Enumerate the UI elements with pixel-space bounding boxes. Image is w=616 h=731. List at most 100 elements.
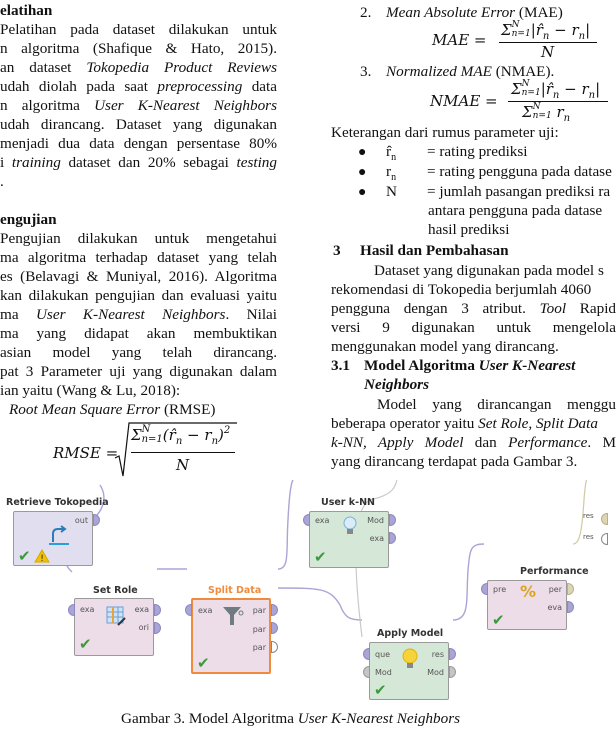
result-port[interactable] bbox=[601, 513, 608, 525]
operator-performance[interactable]: pre per eva % ✔ bbox=[487, 580, 567, 630]
port-label: res bbox=[431, 650, 444, 659]
warning-icon: ! bbox=[34, 549, 50, 563]
paragraph-line: Model yang dirancangan menggu bbox=[377, 396, 616, 413]
port-label: Mod bbox=[427, 668, 444, 677]
paragraph-line: n algoritma (Shafique & Hato, 2015). bbox=[0, 40, 277, 57]
text-run: . Nilai bbox=[225, 306, 277, 323]
port-in[interactable] bbox=[363, 648, 370, 660]
operator-title-set-role: Set Role bbox=[93, 585, 138, 596]
caption-text: Gambar 3. Model Algoritma bbox=[121, 710, 298, 727]
italic-term: Normalized MAE bbox=[386, 63, 492, 80]
italic-term: training bbox=[11, 154, 61, 171]
port-label: par bbox=[252, 643, 266, 652]
algorithm-name: User K-Nearest Neighbors bbox=[35, 306, 226, 323]
paragraph-line: Dataset yang digunakan pada model s bbox=[374, 262, 604, 279]
check-icon: ✔ bbox=[79, 635, 92, 653]
operator-retrieve[interactable]: out ✔ ! bbox=[13, 511, 93, 566]
paragraph-line: k-NN, Apply Model dan Performance. M bbox=[331, 433, 616, 452]
paragraph-line: i training dataset dan 20% sebagai testi… bbox=[0, 153, 277, 172]
text-run: Model Algoritma bbox=[364, 357, 479, 374]
port-in[interactable] bbox=[363, 666, 370, 678]
operator-apply-model[interactable]: que Mod res Mod ✔ bbox=[369, 642, 449, 700]
operator-title-retrieve: Retrieve Tokopedia bbox=[6, 497, 109, 508]
paragraph-line: rekomendasi di Tokopedia berjumlah 4060 bbox=[331, 281, 592, 298]
lightbulb-icon bbox=[402, 648, 418, 668]
paragraph-line: n algoritma User K-Nearest Neighbors bbox=[0, 96, 277, 115]
port-label: eva bbox=[547, 603, 562, 612]
term-sub: n bbox=[563, 113, 571, 124]
text-run: pengguna dengan 3 atribut. bbox=[331, 300, 540, 317]
text-run: (MAE) bbox=[515, 4, 563, 21]
italic-term: Set Role, Split Data bbox=[478, 415, 598, 432]
paragraph-line: ma User K-Nearest Neighbors. Nilai bbox=[0, 305, 277, 324]
text-run: (NMAE). bbox=[491, 63, 555, 80]
operator-title-performance: Performance bbox=[520, 566, 589, 577]
port-label: Mod bbox=[375, 668, 392, 677]
port-label: exa bbox=[198, 606, 213, 615]
mae-numerator: Σ Nn=1 |r̂n − rn| bbox=[501, 21, 590, 43]
section-heading-3-1-cont: Neighbors bbox=[364, 376, 429, 393]
rmse-lhs: RMSE = bbox=[53, 444, 119, 462]
section-number: 3 bbox=[333, 242, 341, 259]
text-run: data bbox=[242, 78, 278, 95]
section-heading-3-1: Model Algoritma User K-Nearest bbox=[364, 356, 575, 375]
text-run: i bbox=[0, 154, 12, 171]
table-edit-icon bbox=[106, 606, 126, 626]
connection-apply-performance bbox=[452, 543, 485, 621]
sigma: Σ bbox=[522, 103, 533, 121]
operator-title-user-knn: User k-NN bbox=[321, 497, 375, 508]
list-item-rmse: Root Mean Square Error (RMSE) bbox=[9, 400, 215, 419]
port-label: out bbox=[74, 516, 88, 525]
term: − r bbox=[182, 426, 212, 444]
check-icon: ✔ bbox=[197, 654, 210, 672]
paragraph-line: ma algoritma terhadap dataset yang telah bbox=[0, 249, 277, 266]
result-port-label: res bbox=[583, 533, 594, 541]
dataset-name: Tokopedia Product Reviews bbox=[86, 59, 277, 76]
legend-desc-cont: antara pengguna pada datase bbox=[428, 202, 603, 219]
text-run: (RMSE) bbox=[160, 401, 216, 418]
sigma-sub: n=1 bbox=[141, 434, 163, 445]
paragraph-line: menggunakan model yang dirancang. bbox=[331, 338, 559, 355]
text-run: . M bbox=[587, 434, 616, 451]
sigma-sub: n=1 bbox=[511, 29, 531, 39]
legend-desc-cont: hasil prediksi bbox=[428, 221, 510, 238]
check-icon: ✔ bbox=[492, 611, 505, 629]
fraction-bar bbox=[131, 452, 235, 453]
port-label: exa bbox=[315, 516, 330, 525]
italic-term: Mean Absolute Error bbox=[386, 4, 516, 21]
port-in[interactable] bbox=[68, 604, 75, 616]
port-in[interactable] bbox=[303, 514, 310, 526]
paragraph-line: menjadi dua data dengan persentase 80% bbox=[0, 135, 277, 152]
mae-lhs: MAE = bbox=[432, 31, 487, 49]
sigma-sub: n=1 bbox=[532, 111, 552, 121]
text-run: dan bbox=[474, 434, 509, 451]
port-in[interactable] bbox=[185, 604, 192, 616]
list-item-nmae: Normalized MAE (NMAE). bbox=[386, 62, 554, 81]
italic-term: Performance bbox=[508, 434, 588, 451]
text-run: Rapid bbox=[566, 300, 616, 317]
text-run: beberapa operator yaitu bbox=[331, 415, 479, 432]
paragraph-line: ma yang didapat akan membuktikan bbox=[0, 325, 277, 342]
italic-term: testing bbox=[236, 154, 277, 171]
operator-user-knn[interactable]: exa Mod exa ✔ bbox=[309, 511, 389, 568]
check-icon: ✔ bbox=[18, 547, 31, 565]
operator-split-data[interactable]: exa par par par ✔ bbox=[191, 598, 271, 674]
section-heading-hasil: Hasil dan Pembahasan bbox=[360, 242, 509, 259]
paragraph-line: udah dirancang. Dataset yang digunakan bbox=[0, 116, 277, 133]
caption-italic: User K-Nearest Neighbors bbox=[297, 710, 461, 727]
figure-caption: Gambar 3. Model Algoritma User K-Nearest… bbox=[121, 709, 460, 728]
paragraph-line: an dataset Tokopedia Product Reviews bbox=[0, 58, 277, 77]
text-run: udah diolah pada saat bbox=[0, 78, 158, 95]
port-in[interactable] bbox=[481, 583, 488, 595]
result-port-label: res bbox=[583, 512, 594, 520]
result-port[interactable] bbox=[601, 533, 608, 545]
nmae-denominator: Σ Nn=1 rn bbox=[522, 103, 571, 125]
paragraph-line: ian yaitu (Wang & Lu, 2018): bbox=[0, 382, 181, 399]
sigma-sub: n=1 bbox=[521, 88, 541, 98]
paragraph-line: es (Belavagi & Muniyal, 2016). Algoritma bbox=[0, 268, 277, 285]
term: |r̂ bbox=[540, 80, 553, 98]
operator-set-role[interactable]: exa exa ori ✔ bbox=[74, 598, 154, 656]
connection-split-apply bbox=[277, 587, 363, 621]
paragraph-line: versi 9 digunakan untuk mengelola bbox=[331, 319, 616, 336]
port-label: pre bbox=[493, 585, 507, 594]
